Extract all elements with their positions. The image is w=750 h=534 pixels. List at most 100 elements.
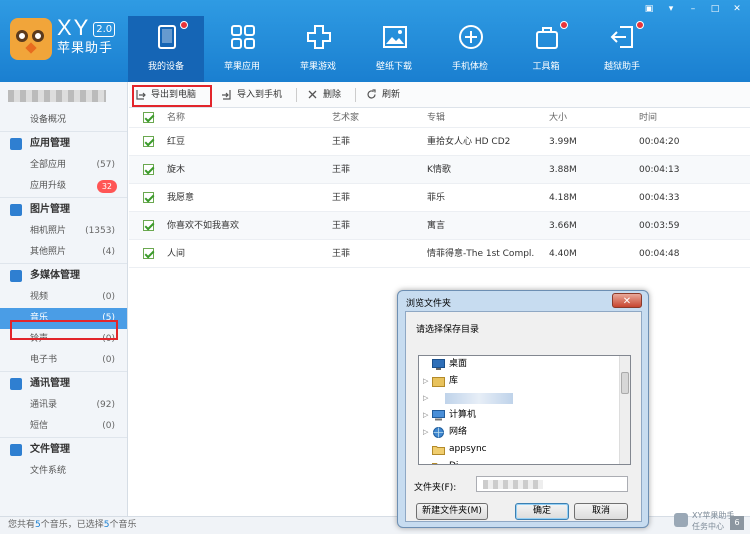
tree-item-desktop[interactable]: 桌面 (419, 356, 630, 373)
song-name: 旋木 (167, 165, 186, 175)
select-all-checkbox[interactable] (143, 112, 154, 123)
maximize-button[interactable]: □ (704, 2, 726, 16)
expand-arrow-icon[interactable]: ▷ (423, 373, 428, 390)
picture-group-icon (10, 204, 22, 216)
notification-dot (560, 21, 568, 29)
notification-dot (636, 21, 644, 29)
song-name: 你喜欢不如我喜欢 (167, 221, 240, 231)
tablet-icon (158, 25, 176, 49)
sidebar-item-label: 通讯录 (30, 400, 58, 410)
tree-item-library[interactable]: ▷ 库 (419, 373, 630, 390)
desktop-icon (432, 359, 445, 370)
nav-toolbox[interactable]: 工具箱 (508, 16, 584, 82)
nav-wallpaper[interactable]: 壁纸下载 (356, 16, 432, 82)
close-button[interactable]: ✕ (726, 2, 748, 16)
nav-jailbreak[interactable]: 越狱助手 (584, 16, 660, 82)
cancel-button[interactable]: 取消 (574, 503, 628, 520)
new-folder-button[interactable]: 新建文件夹(M) (416, 503, 488, 520)
expand-arrow-icon[interactable]: ▷ (423, 424, 428, 441)
item-count: (4) (102, 247, 115, 257)
row-checkbox[interactable] (143, 164, 154, 175)
sidebar-item-app-updates[interactable]: 应用升级 32 (0, 176, 127, 197)
refresh-button[interactable]: 刷新 (360, 84, 410, 106)
header-size[interactable]: 大小 (549, 108, 634, 128)
tree-item-computer[interactable]: ▷ 计算机 (419, 407, 630, 424)
table-row[interactable]: 旋木 王菲 K情歌 3.88M 00:04:13 (129, 156, 750, 184)
table-row[interactable]: 我愿意 王菲 菲乐 4.18M 00:04:33 (129, 184, 750, 212)
sidebar-item-video[interactable]: 视频 (0) (0, 287, 127, 308)
nav-label: 苹果游戏 (299, 62, 336, 72)
sidebar-group-media[interactable]: 多媒体管理 (0, 263, 127, 287)
sidebar-item-ebooks[interactable]: 电子书 (0) (0, 350, 127, 371)
status-text: 个音乐 (109, 520, 137, 530)
device-name[interactable] (0, 82, 127, 110)
toolbar: 导出到电脑 导入到手机 删除 刷新 (129, 82, 750, 108)
sidebar-item-overview[interactable]: 设备概况 (0, 110, 127, 131)
nav-apple-apps[interactable]: 苹果应用 (204, 16, 280, 82)
expand-arrow-icon[interactable]: ▷ (423, 390, 428, 407)
group-title: 文件管理 (30, 444, 70, 455)
sidebar-item-all-apps[interactable]: 全部应用 (57) (0, 155, 127, 176)
group-title: 多媒体管理 (30, 270, 80, 281)
row-checkbox[interactable] (143, 192, 154, 203)
song-album: K情歌 (427, 165, 451, 175)
row-checkbox-cell (143, 128, 159, 156)
select-all-cell (143, 108, 159, 128)
sidebar-group-photos[interactable]: 图片管理 (0, 197, 127, 221)
header-artist[interactable]: 艺术家 (332, 108, 422, 128)
sidebar-item-file-system[interactable]: 文件系统 (0, 461, 127, 482)
header-time[interactable]: 时间 (639, 108, 729, 128)
ok-button[interactable]: 确定 (515, 503, 569, 520)
group-title: 通讯管理 (30, 378, 70, 389)
song-name: 我愿意 (167, 193, 195, 203)
table-row[interactable]: 红豆 王菲 重拾女人心 HD CD2 3.99M 00:04:20 (129, 128, 750, 156)
sidebar-item-camera-photos[interactable]: 相机照片 (1353) (0, 221, 127, 242)
version-badge: 2.0 (93, 22, 116, 37)
delete-button[interactable]: 删除 (301, 84, 351, 106)
nav-apple-games[interactable]: 苹果游戏 (280, 16, 356, 82)
row-checkbox-cell (143, 184, 159, 212)
dialog-close-button[interactable]: ✕ (612, 293, 642, 308)
dialog-title: 浏览文件夹 (406, 299, 452, 309)
tree-item-partial[interactable]: Di (419, 458, 630, 464)
nav-phone-check[interactable]: 手机体检 (432, 16, 508, 82)
row-checkbox[interactable] (143, 248, 154, 259)
sidebar-item-address-book[interactable]: 通讯录 (92) (0, 395, 127, 416)
picture-icon (383, 26, 407, 48)
table-row[interactable]: 人间 王菲 情菲得意-The 1st Compl. 4.40M 00:04:48 (129, 240, 750, 268)
task-center[interactable]: XY苹果助手 任务中心 6 (668, 510, 750, 534)
sidebar-group-files[interactable]: 文件管理 (0, 437, 127, 461)
dialog-body: 请选择保存目录 桌面 ▷ 库 ▷ ▷ 计算机 ▷ 网络 appsync 文件夹(… (405, 311, 642, 522)
sidebar-item-other-photos[interactable]: 其他照片 (4) (0, 242, 127, 263)
folder-icon (432, 446, 445, 455)
brand: XY 2.0 苹果助手 (57, 16, 116, 58)
header-name[interactable]: 名称 (167, 108, 327, 128)
scrollbar-thumb[interactable] (621, 372, 629, 394)
status-text: 个音乐，已选择 (40, 520, 104, 530)
nav-label: 苹果应用 (223, 62, 260, 72)
exit-arrow-icon (610, 26, 633, 48)
song-time: 00:04:20 (639, 137, 680, 147)
row-checkbox[interactable] (143, 220, 154, 231)
tree-scrollbar[interactable] (619, 356, 630, 464)
sidebar-group-apps[interactable]: 应用管理 (0, 131, 127, 155)
skin-button[interactable]: ▣ (638, 2, 660, 16)
toolbox-icon (536, 27, 558, 49)
song-album: 情菲得意-The 1st Compl. (427, 249, 535, 259)
tree-item-appsync[interactable]: appsync (419, 441, 630, 458)
table-row[interactable]: 你喜欢不如我喜欢 王菲 寓言 3.66M 00:03:59 (129, 212, 750, 240)
sidebar-group-contacts[interactable]: 通讯管理 (0, 371, 127, 395)
redacted-path (483, 480, 543, 489)
folder-path-input[interactable] (476, 476, 628, 492)
import-to-phone-button[interactable]: 导入到手机 (215, 84, 292, 106)
nav-my-device[interactable]: 我的设备 (128, 16, 204, 82)
row-checkbox[interactable] (143, 136, 154, 147)
menu-button[interactable]: ▾ (660, 2, 682, 16)
expand-arrow-icon[interactable]: ▷ (423, 407, 428, 424)
header-album[interactable]: 专辑 (427, 108, 542, 128)
sidebar-item-sms[interactable]: 短信 (0) (0, 416, 127, 437)
tree-item-network[interactable]: ▷ 网络 (419, 424, 630, 441)
song-artist: 王菲 (332, 137, 351, 147)
minimize-button[interactable]: – (682, 2, 704, 16)
tree-item-user[interactable]: ▷ (419, 390, 630, 407)
